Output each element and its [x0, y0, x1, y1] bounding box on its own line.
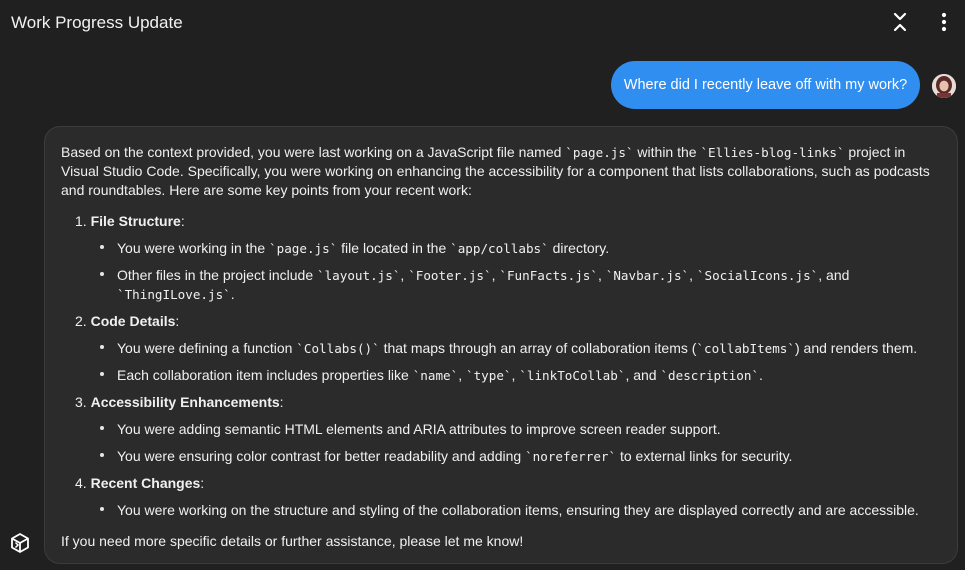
user-avatar[interactable]	[932, 74, 956, 98]
avatar-icon	[932, 74, 956, 98]
collapse-button[interactable]	[888, 10, 912, 34]
bullet	[100, 426, 104, 430]
inline-code: `Ellies-blog-links`	[700, 145, 845, 160]
list-item: You were ensuring color contrast for bet…	[117, 448, 793, 464]
list-item: Other files in the project include `layo…	[117, 267, 850, 283]
assistant-logo	[9, 532, 31, 554]
list-item-continued: `ThingILove.js`.	[117, 286, 235, 302]
intro-line-1: Based on the context provided, you were …	[61, 144, 906, 160]
section-heading-recent-changes: 4. Recent Changes:	[75, 475, 205, 491]
intro-line-2: Visual Studio Code. Specifically, you we…	[61, 163, 930, 179]
intro-line-3: and roundtables. Here are some key point…	[61, 182, 472, 198]
bullet	[100, 245, 104, 249]
assistant-logo-icon	[11, 533, 29, 553]
collapse-icon	[893, 12, 907, 32]
bullet	[100, 372, 104, 376]
closing-text: If you need more specific details or fur…	[61, 533, 524, 549]
header: Work Progress Update	[0, 0, 965, 44]
bullet	[100, 345, 104, 349]
section-heading-file-structure: 1. File Structure:	[75, 213, 185, 229]
bullet	[100, 453, 104, 457]
section-heading-code-details: 2. Code Details:	[75, 313, 180, 329]
bullet	[100, 507, 104, 511]
inline-code: `page.js`	[565, 145, 634, 160]
list-item: Each collaboration item includes propert…	[117, 367, 763, 383]
section-heading-accessibility: 3. Accessibility Enhancements:	[75, 394, 284, 410]
list-item: You were adding semantic HTML elements a…	[117, 421, 721, 437]
bullet	[100, 272, 104, 276]
page-title: Work Progress Update	[11, 13, 183, 32]
list-item: You were working in the `page.js` file l…	[117, 240, 610, 256]
user-message-text: Where did I recently leave off with my w…	[623, 77, 908, 93]
user-message-bubble: Where did I recently leave off with my w…	[611, 61, 920, 109]
list-item: You were working on the structure and st…	[117, 502, 919, 518]
list-item: You were defining a function `Collabs()`…	[117, 340, 918, 356]
more-vertical-icon	[941, 12, 947, 32]
more-options-button[interactable]	[932, 10, 956, 34]
